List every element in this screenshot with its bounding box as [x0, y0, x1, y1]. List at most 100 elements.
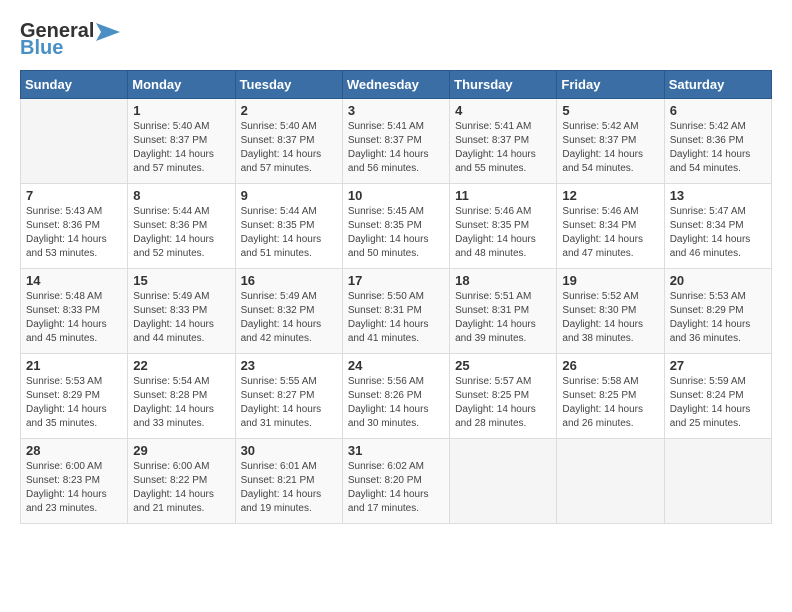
- calendar-cell: 15 Sunrise: 5:49 AMSunset: 8:33 PMDayligh…: [128, 269, 235, 354]
- weekday-header-wednesday: Wednesday: [342, 71, 449, 99]
- cell-sun-info: Sunrise: 5:41 AMSunset: 8:37 PMDaylight:…: [455, 120, 551, 176]
- calendar-cell: 5 Sunrise: 5:42 AMSunset: 8:37 PMDaylight…: [557, 99, 664, 184]
- calendar-week-row: 21 Sunrise: 5:53 AMSunset: 8:29 PMDayligh…: [21, 354, 772, 439]
- calendar-cell: 21 Sunrise: 5:53 AMSunset: 8:29 PMDayligh…: [21, 354, 128, 439]
- cell-sun-info: Sunrise: 5:41 AMSunset: 8:37 PMDaylight:…: [348, 120, 444, 176]
- cell-sun-info: Sunrise: 5:58 AMSunset: 8:25 PMDaylight:…: [562, 375, 658, 431]
- day-number: 17: [348, 273, 444, 288]
- calendar-cell: 24 Sunrise: 5:56 AMSunset: 8:26 PMDayligh…: [342, 354, 449, 439]
- cell-sun-info: Sunrise: 5:53 AMSunset: 8:29 PMDaylight:…: [26, 375, 122, 431]
- logo-blue-text: Blue: [20, 37, 63, 60]
- cell-sun-info: Sunrise: 5:52 AMSunset: 8:30 PMDaylight:…: [562, 290, 658, 346]
- cell-sun-info: Sunrise: 5:42 AMSunset: 8:37 PMDaylight:…: [562, 120, 658, 176]
- day-number: 14: [26, 273, 122, 288]
- day-number: 3: [348, 103, 444, 118]
- calendar-cell: [450, 439, 557, 524]
- cell-sun-info: Sunrise: 5:51 AMSunset: 8:31 PMDaylight:…: [455, 290, 551, 346]
- day-number: 1: [133, 103, 229, 118]
- calendar-week-row: 7 Sunrise: 5:43 AMSunset: 8:36 PMDaylight…: [21, 184, 772, 269]
- calendar-table: SundayMondayTuesdayWednesdayThursdayFrid…: [20, 70, 772, 524]
- logo-arrow-icon: [96, 23, 120, 41]
- calendar-cell: 7 Sunrise: 5:43 AMSunset: 8:36 PMDaylight…: [21, 184, 128, 269]
- day-number: 21: [26, 358, 122, 373]
- day-number: 2: [241, 103, 337, 118]
- day-number: 29: [133, 443, 229, 458]
- calendar-cell: [557, 439, 664, 524]
- calendar-cell: [664, 439, 771, 524]
- calendar-cell: 4 Sunrise: 5:41 AMSunset: 8:37 PMDaylight…: [450, 99, 557, 184]
- cell-sun-info: Sunrise: 6:00 AMSunset: 8:23 PMDaylight:…: [26, 460, 122, 516]
- day-number: 5: [562, 103, 658, 118]
- calendar-cell: 13 Sunrise: 5:47 AMSunset: 8:34 PMDayligh…: [664, 184, 771, 269]
- cell-sun-info: Sunrise: 5:45 AMSunset: 8:35 PMDaylight:…: [348, 205, 444, 261]
- cell-sun-info: Sunrise: 5:48 AMSunset: 8:33 PMDaylight:…: [26, 290, 122, 346]
- calendar-week-row: 28Sunrise: 6:00 AMSunset: 8:23 PMDayligh…: [21, 439, 772, 524]
- calendar-cell: 3 Sunrise: 5:41 AMSunset: 8:37 PMDaylight…: [342, 99, 449, 184]
- cell-sun-info: Sunrise: 5:40 AMSunset: 8:37 PMDaylight:…: [241, 120, 337, 176]
- cell-sun-info: Sunrise: 5:43 AMSunset: 8:36 PMDaylight:…: [26, 205, 122, 261]
- day-number: 8: [133, 188, 229, 203]
- calendar-cell: 23 Sunrise: 5:55 AMSunset: 8:27 PMDayligh…: [235, 354, 342, 439]
- calendar-cell: 2 Sunrise: 5:40 AMSunset: 8:37 PMDaylight…: [235, 99, 342, 184]
- cell-sun-info: Sunrise: 5:46 AMSunset: 8:34 PMDaylight:…: [562, 205, 658, 261]
- cell-sun-info: Sunrise: 6:01 AMSunset: 8:21 PMDaylight:…: [241, 460, 337, 516]
- calendar-cell: 31Sunrise: 6:02 AMSunset: 8:20 PMDayligh…: [342, 439, 449, 524]
- calendar-cell: 16 Sunrise: 5:49 AMSunset: 8:32 PMDayligh…: [235, 269, 342, 354]
- calendar-cell: 8 Sunrise: 5:44 AMSunset: 8:36 PMDaylight…: [128, 184, 235, 269]
- day-number: 11: [455, 188, 551, 203]
- calendar-cell: 9Sunrise: 5:44 AMSunset: 8:35 PMDaylight…: [235, 184, 342, 269]
- cell-sun-info: Sunrise: 5:59 AMSunset: 8:24 PMDaylight:…: [670, 375, 766, 431]
- day-number: 26: [562, 358, 658, 373]
- cell-sun-info: Sunrise: 5:55 AMSunset: 8:27 PMDaylight:…: [241, 375, 337, 431]
- cell-sun-info: Sunrise: 5:49 AMSunset: 8:33 PMDaylight:…: [133, 290, 229, 346]
- calendar-cell: 11 Sunrise: 5:46 AMSunset: 8:35 PMDayligh…: [450, 184, 557, 269]
- calendar-cell: 18 Sunrise: 5:51 AMSunset: 8:31 PMDayligh…: [450, 269, 557, 354]
- cell-sun-info: Sunrise: 5:42 AMSunset: 8:36 PMDaylight:…: [670, 120, 766, 176]
- day-number: 15: [133, 273, 229, 288]
- day-number: 12: [562, 188, 658, 203]
- day-number: 20: [670, 273, 766, 288]
- calendar-cell: 27 Sunrise: 5:59 AMSunset: 8:24 PMDayligh…: [664, 354, 771, 439]
- weekday-header-thursday: Thursday: [450, 71, 557, 99]
- cell-sun-info: Sunrise: 5:40 AMSunset: 8:37 PMDaylight:…: [133, 120, 229, 176]
- calendar-cell: 19Sunrise: 5:52 AMSunset: 8:30 PMDayligh…: [557, 269, 664, 354]
- calendar-cell: 10 Sunrise: 5:45 AMSunset: 8:35 PMDayligh…: [342, 184, 449, 269]
- day-number: 13: [670, 188, 766, 203]
- calendar-cell: 6Sunrise: 5:42 AMSunset: 8:36 PMDaylight…: [664, 99, 771, 184]
- day-number: 22: [133, 358, 229, 373]
- day-number: 18: [455, 273, 551, 288]
- calendar-week-row: 1 Sunrise: 5:40 AMSunset: 8:37 PMDaylight…: [21, 99, 772, 184]
- weekday-header-friday: Friday: [557, 71, 664, 99]
- weekday-header-monday: Monday: [128, 71, 235, 99]
- calendar-cell: 29 Sunrise: 6:00 AMSunset: 8:22 PMDayligh…: [128, 439, 235, 524]
- cell-sun-info: Sunrise: 5:57 AMSunset: 8:25 PMDaylight:…: [455, 375, 551, 431]
- calendar-cell: 28Sunrise: 6:00 AMSunset: 8:23 PMDayligh…: [21, 439, 128, 524]
- cell-sun-info: Sunrise: 5:53 AMSunset: 8:29 PMDaylight:…: [670, 290, 766, 346]
- weekday-header-tuesday: Tuesday: [235, 71, 342, 99]
- weekday-header-sunday: Sunday: [21, 71, 128, 99]
- day-number: 10: [348, 188, 444, 203]
- calendar-cell: 30 Sunrise: 6:01 AMSunset: 8:21 PMDayligh…: [235, 439, 342, 524]
- cell-sun-info: Sunrise: 5:49 AMSunset: 8:32 PMDaylight:…: [241, 290, 337, 346]
- cell-sun-info: Sunrise: 5:44 AMSunset: 8:36 PMDaylight:…: [133, 205, 229, 261]
- cell-sun-info: Sunrise: 5:47 AMSunset: 8:34 PMDaylight:…: [670, 205, 766, 261]
- cell-sun-info: Sunrise: 5:54 AMSunset: 8:28 PMDaylight:…: [133, 375, 229, 431]
- cell-sun-info: Sunrise: 5:44 AMSunset: 8:35 PMDaylight:…: [241, 205, 337, 261]
- logo: General Blue: [20, 20, 120, 60]
- cell-sun-info: Sunrise: 5:46 AMSunset: 8:35 PMDaylight:…: [455, 205, 551, 261]
- day-number: 27: [670, 358, 766, 373]
- cell-sun-info: Sunrise: 6:00 AMSunset: 8:22 PMDaylight:…: [133, 460, 229, 516]
- weekday-header-saturday: Saturday: [664, 71, 771, 99]
- day-number: 4: [455, 103, 551, 118]
- calendar-week-row: 14 Sunrise: 5:48 AMSunset: 8:33 PMDayligh…: [21, 269, 772, 354]
- calendar-cell: [21, 99, 128, 184]
- day-number: 7: [26, 188, 122, 203]
- day-number: 23: [241, 358, 337, 373]
- cell-sun-info: Sunrise: 5:50 AMSunset: 8:31 PMDaylight:…: [348, 290, 444, 346]
- calendar-cell: 17 Sunrise: 5:50 AMSunset: 8:31 PMDayligh…: [342, 269, 449, 354]
- day-number: 24: [348, 358, 444, 373]
- day-number: 30: [241, 443, 337, 458]
- header: General Blue: [20, 20, 772, 60]
- cell-sun-info: Sunrise: 5:56 AMSunset: 8:26 PMDaylight:…: [348, 375, 444, 431]
- day-number: 16: [241, 273, 337, 288]
